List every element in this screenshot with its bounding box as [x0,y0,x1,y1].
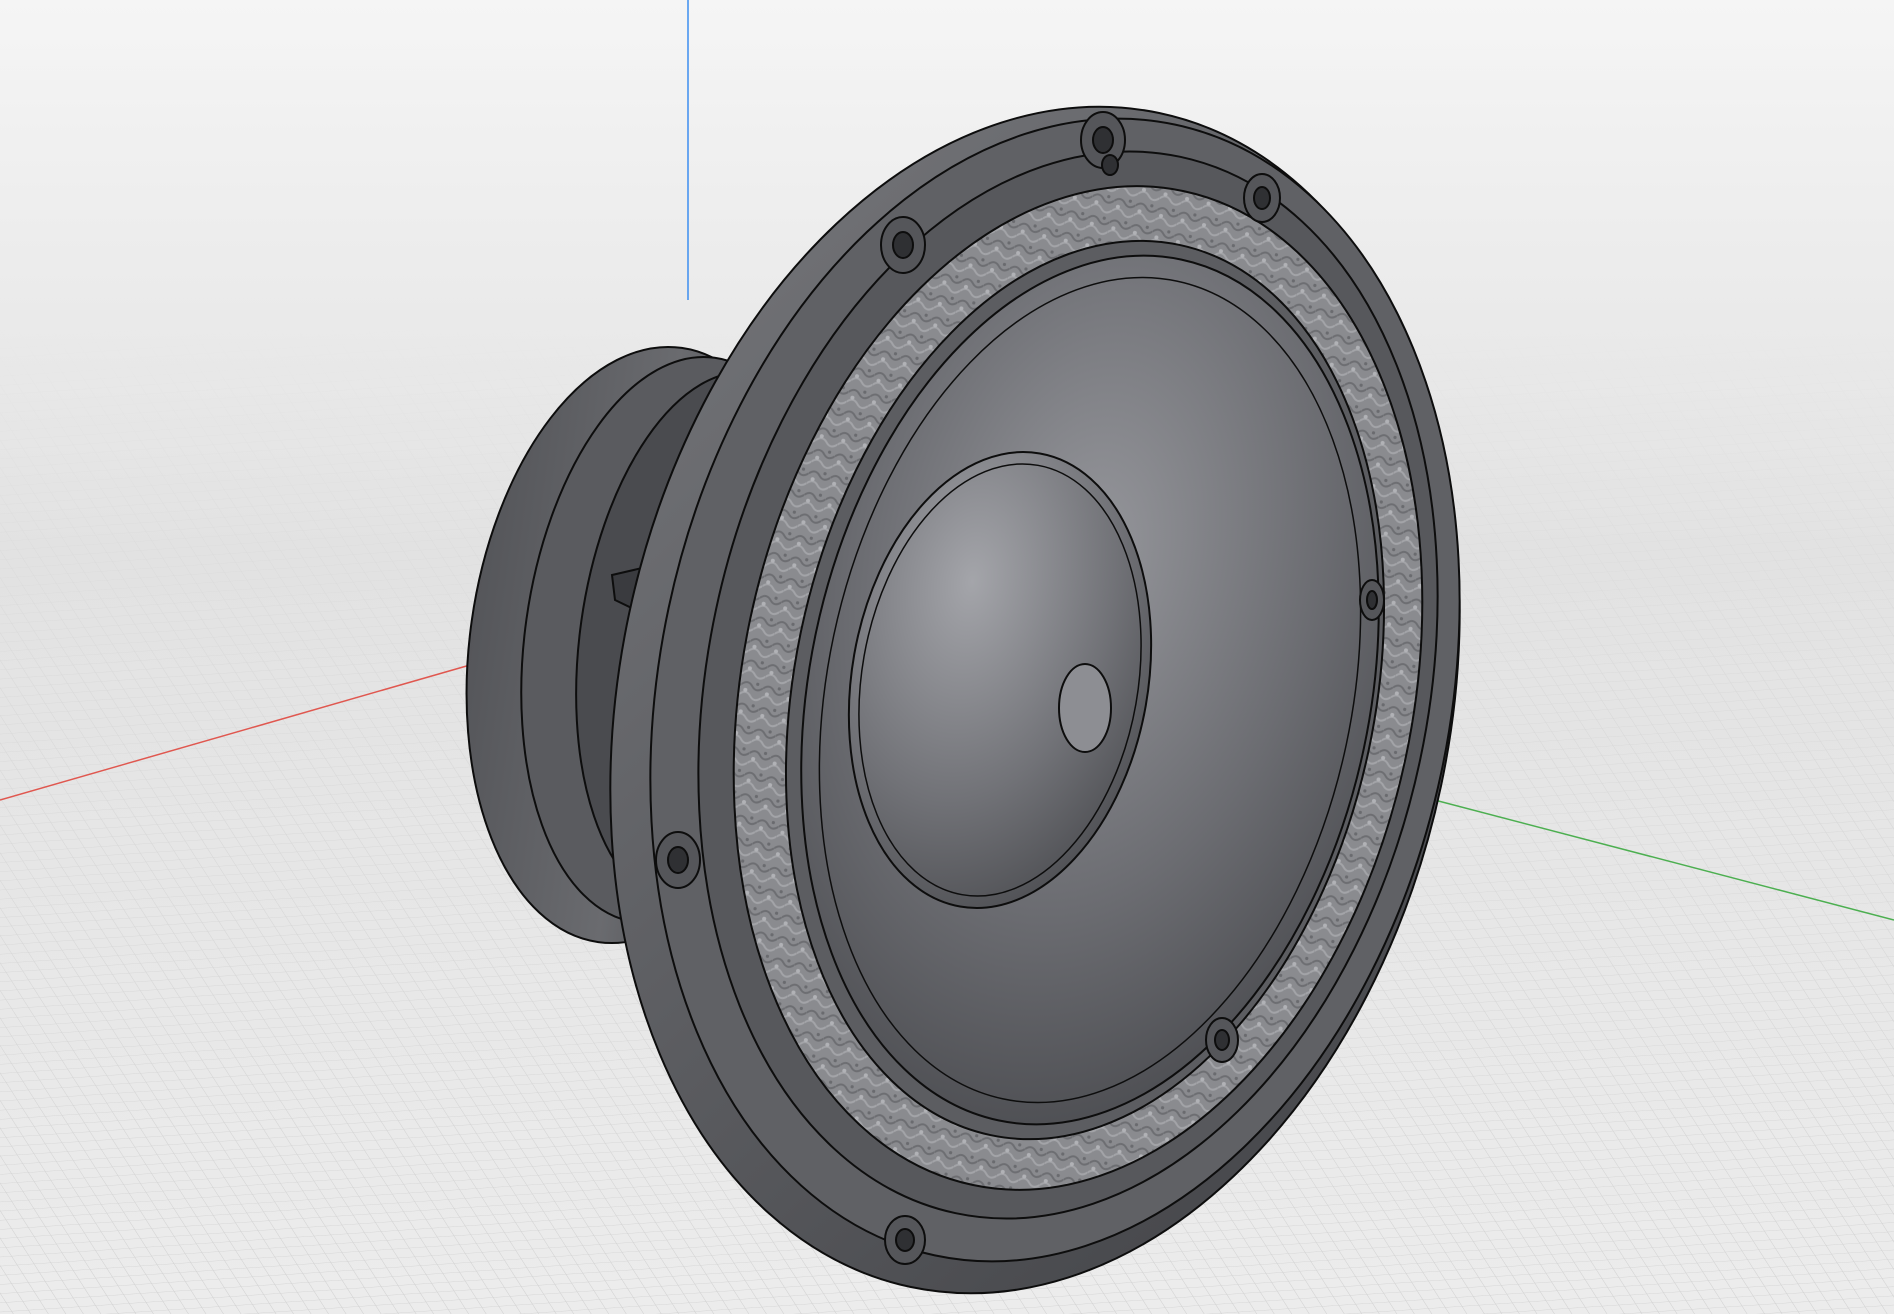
screw-hole-icon[interactable] [1101,154,1119,176]
screw-hole-icon[interactable] [1243,173,1281,223]
dust-cap[interactable] [1058,663,1112,753]
screw-hole-icon[interactable] [884,1215,926,1265]
screw-hole-icon[interactable] [880,216,926,274]
viewport-canvas[interactable] [0,0,1894,1314]
3d-viewport[interactable] [0,0,1894,1314]
screw-hole-icon[interactable] [1205,1017,1239,1063]
screw-hole-icon[interactable] [655,831,701,889]
screw-hole-icon[interactable] [1359,579,1385,621]
